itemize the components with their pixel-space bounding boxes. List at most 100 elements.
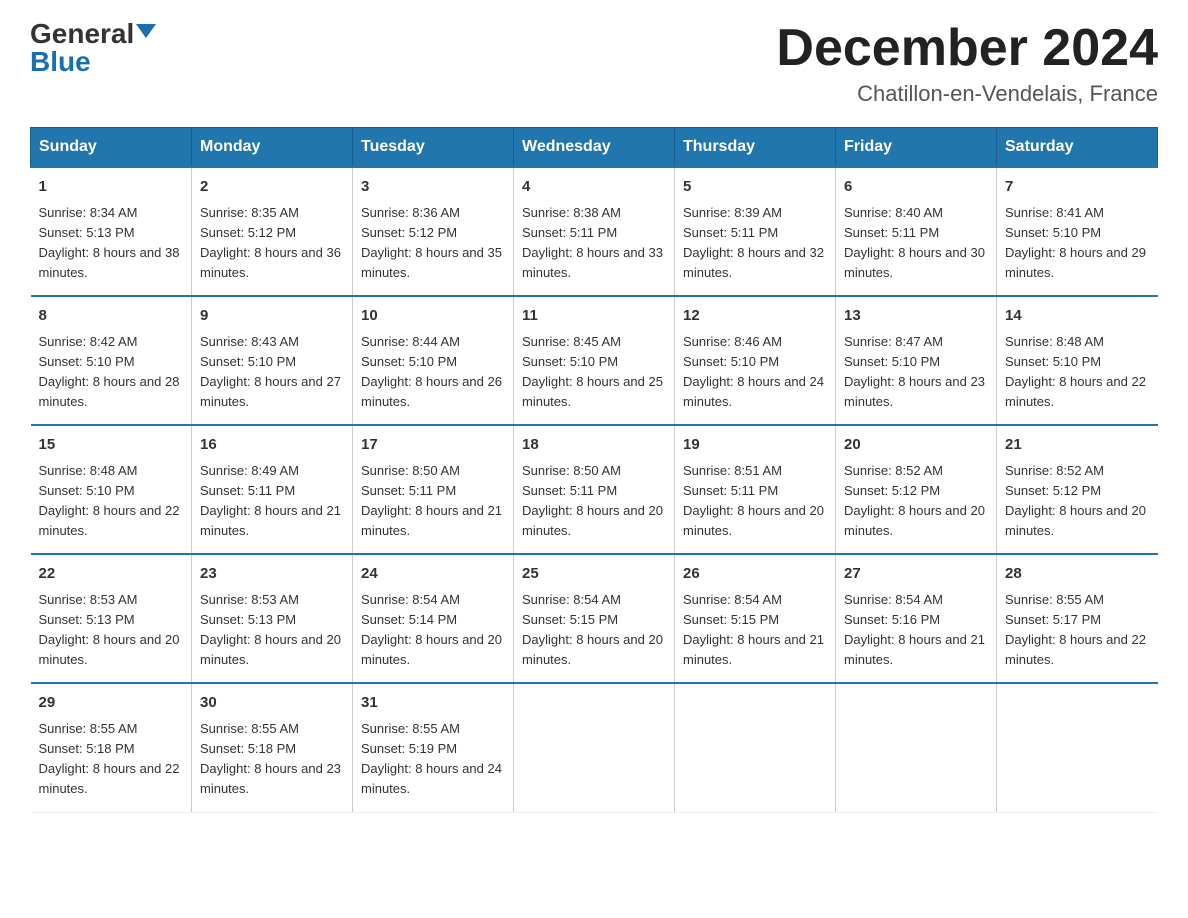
calendar-cell: 18Sunrise: 8:50 AMSunset: 5:11 PMDayligh… bbox=[514, 425, 675, 554]
column-header-saturday: Saturday bbox=[997, 128, 1158, 168]
calendar-cell: 27Sunrise: 8:54 AMSunset: 5:16 PMDayligh… bbox=[836, 554, 997, 683]
calendar-table: SundayMondayTuesdayWednesdayThursdayFrid… bbox=[30, 127, 1158, 812]
calendar-cell: 22Sunrise: 8:53 AMSunset: 5:13 PMDayligh… bbox=[31, 554, 192, 683]
day-number: 23 bbox=[200, 563, 344, 586]
day-info: Sunrise: 8:44 AMSunset: 5:10 PMDaylight:… bbox=[361, 332, 505, 413]
day-number: 5 bbox=[683, 176, 827, 199]
logo-blue: Blue bbox=[30, 46, 91, 77]
calendar-cell: 6 Sunrise: 8:40 AMSunset: 5:11 PMDaylight… bbox=[836, 167, 997, 296]
day-info: Sunrise: 8:40 AMSunset: 5:11 PMDaylight:… bbox=[844, 203, 988, 284]
day-number: 29 bbox=[39, 692, 184, 715]
calendar-cell: 2Sunrise: 8:35 AMSunset: 5:12 PMDaylight… bbox=[192, 167, 353, 296]
calendar-week-row: 15 Sunrise: 8:48 AMSunset: 5:10 PMDayligh… bbox=[31, 425, 1158, 554]
day-number: 17 bbox=[361, 434, 505, 457]
logo-arrow-icon bbox=[136, 24, 156, 38]
day-number: 16 bbox=[200, 434, 344, 457]
calendar-cell: 9 Sunrise: 8:43 AMSunset: 5:10 PMDaylight… bbox=[192, 296, 353, 425]
logo: General Blue bbox=[30, 20, 156, 76]
day-info: Sunrise: 8:55 AMSunset: 5:18 PMDaylight:… bbox=[200, 719, 344, 800]
day-info: Sunrise: 8:34 AMSunset: 5:13 PMDaylight:… bbox=[39, 203, 184, 284]
day-number: 14 bbox=[1005, 305, 1150, 328]
calendar-cell: 23 Sunrise: 8:53 AMSunset: 5:13 PMDayligh… bbox=[192, 554, 353, 683]
calendar-week-row: 29 Sunrise: 8:55 AMSunset: 5:18 PMDayligh… bbox=[31, 683, 1158, 812]
calendar-location: Chatillon-en-Vendelais, France bbox=[776, 81, 1158, 107]
calendar-cell: 7Sunrise: 8:41 AMSunset: 5:10 PMDaylight… bbox=[997, 167, 1158, 296]
calendar-cell: 21Sunrise: 8:52 AMSunset: 5:12 PMDayligh… bbox=[997, 425, 1158, 554]
day-number: 9 bbox=[200, 305, 344, 328]
calendar-cell: 20 Sunrise: 8:52 AMSunset: 5:12 PMDayligh… bbox=[836, 425, 997, 554]
day-number: 30 bbox=[200, 692, 344, 715]
day-info: Sunrise: 8:54 AMSunset: 5:15 PMDaylight:… bbox=[522, 590, 666, 671]
calendar-title: December 2024 bbox=[776, 20, 1158, 77]
day-number: 22 bbox=[39, 563, 184, 586]
day-info: Sunrise: 8:39 AMSunset: 5:11 PMDaylight:… bbox=[683, 203, 827, 284]
day-info: Sunrise: 8:52 AMSunset: 5:12 PMDaylight:… bbox=[844, 461, 988, 542]
day-number: 8 bbox=[39, 305, 184, 328]
calendar-cell: 29 Sunrise: 8:55 AMSunset: 5:18 PMDayligh… bbox=[31, 683, 192, 812]
column-header-wednesday: Wednesday bbox=[514, 128, 675, 168]
day-info: Sunrise: 8:55 AMSunset: 5:19 PMDaylight:… bbox=[361, 719, 505, 800]
day-number: 24 bbox=[361, 563, 505, 586]
calendar-header-row: SundayMondayTuesdayWednesdayThursdayFrid… bbox=[31, 128, 1158, 168]
day-info: Sunrise: 8:45 AMSunset: 5:10 PMDaylight:… bbox=[522, 332, 666, 413]
day-info: Sunrise: 8:55 AMSunset: 5:17 PMDaylight:… bbox=[1005, 590, 1150, 671]
calendar-cell bbox=[836, 683, 997, 812]
day-info: Sunrise: 8:36 AMSunset: 5:12 PMDaylight:… bbox=[361, 203, 505, 284]
calendar-cell: 25 Sunrise: 8:54 AMSunset: 5:15 PMDayligh… bbox=[514, 554, 675, 683]
calendar-cell: 16 Sunrise: 8:49 AMSunset: 5:11 PMDayligh… bbox=[192, 425, 353, 554]
day-number: 31 bbox=[361, 692, 505, 715]
day-number: 2 bbox=[200, 176, 344, 199]
calendar-cell: 28 Sunrise: 8:55 AMSunset: 5:17 PMDayligh… bbox=[997, 554, 1158, 683]
calendar-cell: 10Sunrise: 8:44 AMSunset: 5:10 PMDayligh… bbox=[353, 296, 514, 425]
day-info: Sunrise: 8:42 AMSunset: 5:10 PMDaylight:… bbox=[39, 332, 184, 413]
calendar-cell: 8 Sunrise: 8:42 AMSunset: 5:10 PMDaylight… bbox=[31, 296, 192, 425]
calendar-week-row: 8 Sunrise: 8:42 AMSunset: 5:10 PMDaylight… bbox=[31, 296, 1158, 425]
calendar-cell: 24 Sunrise: 8:54 AMSunset: 5:14 PMDayligh… bbox=[353, 554, 514, 683]
day-info: Sunrise: 8:48 AMSunset: 5:10 PMDaylight:… bbox=[39, 461, 184, 542]
calendar-week-row: 22 Sunrise: 8:53 AMSunset: 5:13 PMDayligh… bbox=[31, 554, 1158, 683]
day-info: Sunrise: 8:54 AMSunset: 5:14 PMDaylight:… bbox=[361, 590, 505, 671]
title-block: December 2024 Chatillon-en-Vendelais, Fr… bbox=[776, 20, 1158, 107]
calendar-cell: 30 Sunrise: 8:55 AMSunset: 5:18 PMDayligh… bbox=[192, 683, 353, 812]
calendar-cell: 11Sunrise: 8:45 AMSunset: 5:10 PMDayligh… bbox=[514, 296, 675, 425]
day-info: Sunrise: 8:55 AMSunset: 5:18 PMDaylight:… bbox=[39, 719, 184, 800]
calendar-cell: 15 Sunrise: 8:48 AMSunset: 5:10 PMDayligh… bbox=[31, 425, 192, 554]
calendar-cell: 19Sunrise: 8:51 AMSunset: 5:11 PMDayligh… bbox=[675, 425, 836, 554]
column-header-friday: Friday bbox=[836, 128, 997, 168]
day-info: Sunrise: 8:43 AMSunset: 5:10 PMDaylight:… bbox=[200, 332, 344, 413]
day-number: 13 bbox=[844, 305, 988, 328]
calendar-cell: 12Sunrise: 8:46 AMSunset: 5:10 PMDayligh… bbox=[675, 296, 836, 425]
calendar-cell bbox=[675, 683, 836, 812]
day-info: Sunrise: 8:50 AMSunset: 5:11 PMDaylight:… bbox=[522, 461, 666, 542]
calendar-cell: 3Sunrise: 8:36 AMSunset: 5:12 PMDaylight… bbox=[353, 167, 514, 296]
calendar-cell: 13Sunrise: 8:47 AMSunset: 5:10 PMDayligh… bbox=[836, 296, 997, 425]
day-number: 19 bbox=[683, 434, 827, 457]
day-info: Sunrise: 8:53 AMSunset: 5:13 PMDaylight:… bbox=[200, 590, 344, 671]
day-info: Sunrise: 8:52 AMSunset: 5:12 PMDaylight:… bbox=[1005, 461, 1150, 542]
day-info: Sunrise: 8:54 AMSunset: 5:15 PMDaylight:… bbox=[683, 590, 827, 671]
day-number: 7 bbox=[1005, 176, 1150, 199]
day-number: 1 bbox=[39, 176, 184, 199]
day-info: Sunrise: 8:54 AMSunset: 5:16 PMDaylight:… bbox=[844, 590, 988, 671]
calendar-cell bbox=[514, 683, 675, 812]
column-header-monday: Monday bbox=[192, 128, 353, 168]
calendar-week-row: 1 Sunrise: 8:34 AMSunset: 5:13 PMDaylight… bbox=[31, 167, 1158, 296]
logo-general: General bbox=[30, 20, 134, 48]
day-number: 12 bbox=[683, 305, 827, 328]
day-info: Sunrise: 8:38 AMSunset: 5:11 PMDaylight:… bbox=[522, 203, 666, 284]
column-header-thursday: Thursday bbox=[675, 128, 836, 168]
day-number: 6 bbox=[844, 176, 988, 199]
day-number: 4 bbox=[522, 176, 666, 199]
page-header: General Blue December 2024 Chatillon-en-… bbox=[30, 20, 1158, 107]
calendar-cell: 4 Sunrise: 8:38 AMSunset: 5:11 PMDaylight… bbox=[514, 167, 675, 296]
calendar-cell: 14 Sunrise: 8:48 AMSunset: 5:10 PMDayligh… bbox=[997, 296, 1158, 425]
calendar-cell bbox=[997, 683, 1158, 812]
day-info: Sunrise: 8:49 AMSunset: 5:11 PMDaylight:… bbox=[200, 461, 344, 542]
day-number: 20 bbox=[844, 434, 988, 457]
day-info: Sunrise: 8:48 AMSunset: 5:10 PMDaylight:… bbox=[1005, 332, 1150, 413]
calendar-cell: 1 Sunrise: 8:34 AMSunset: 5:13 PMDaylight… bbox=[31, 167, 192, 296]
day-number: 15 bbox=[39, 434, 184, 457]
day-number: 28 bbox=[1005, 563, 1150, 586]
calendar-cell: 5 Sunrise: 8:39 AMSunset: 5:11 PMDaylight… bbox=[675, 167, 836, 296]
day-number: 25 bbox=[522, 563, 666, 586]
